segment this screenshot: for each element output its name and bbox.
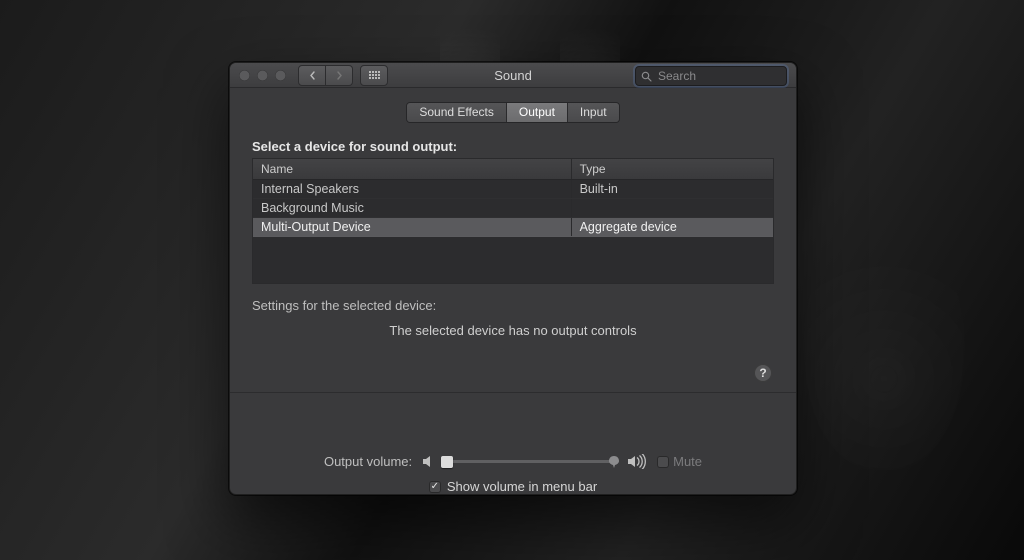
zoom-button[interactable] bbox=[275, 70, 286, 81]
search-icon bbox=[641, 71, 652, 82]
back-button[interactable] bbox=[298, 65, 326, 86]
content: Select a device for sound output: Name T… bbox=[230, 133, 796, 444]
tabs: Sound Effects Output Input bbox=[230, 102, 796, 123]
slider-thumb[interactable] bbox=[441, 456, 453, 468]
settings-label: Settings for the selected device: bbox=[252, 298, 774, 313]
mute-label: Mute bbox=[673, 454, 702, 469]
sound-preferences-window: Sound Sound Effects Output Input Select … bbox=[229, 62, 797, 495]
slider-track bbox=[447, 460, 617, 463]
help-button[interactable]: ? bbox=[754, 364, 772, 382]
window-title: Sound bbox=[494, 68, 532, 83]
column-header-name[interactable]: Name bbox=[253, 159, 572, 179]
titlebar: Sound bbox=[230, 63, 796, 88]
device-table: Name Type Internal Speakers Built-in Bac… bbox=[252, 158, 774, 284]
tab-sound-effects[interactable]: Sound Effects bbox=[407, 103, 507, 122]
table-row[interactable]: Background Music bbox=[253, 199, 773, 218]
bg-decoration bbox=[804, 210, 964, 470]
table-filler bbox=[253, 237, 773, 283]
select-device-prompt: Select a device for sound output: bbox=[252, 139, 774, 154]
search-field[interactable] bbox=[635, 66, 787, 86]
no-output-controls-message: The selected device has no output contro… bbox=[252, 323, 774, 338]
tab-input[interactable]: Input bbox=[568, 103, 619, 122]
footer: Output volume: Mute Show volume in menu … bbox=[230, 444, 796, 494]
close-button[interactable] bbox=[239, 70, 250, 81]
device-name: Internal Speakers bbox=[253, 180, 572, 198]
show-volume-checkbox[interactable] bbox=[429, 481, 441, 493]
help-icon: ? bbox=[759, 366, 766, 380]
device-name: Background Music bbox=[253, 199, 572, 217]
device-type bbox=[572, 199, 773, 217]
show-volume-label: Show volume in menu bar bbox=[447, 479, 597, 494]
mute-checkbox[interactable] bbox=[657, 456, 669, 468]
volume-low-icon bbox=[422, 455, 437, 468]
volume-high-icon bbox=[627, 454, 647, 469]
table-body: Internal Speakers Built-in Background Mu… bbox=[253, 180, 773, 283]
slider-end-marker-icon bbox=[607, 455, 621, 469]
output-volume-label: Output volume: bbox=[324, 454, 412, 469]
minimize-button[interactable] bbox=[257, 70, 268, 81]
table-row[interactable]: Internal Speakers Built-in bbox=[253, 180, 773, 199]
show-all-button[interactable] bbox=[360, 65, 388, 86]
show-volume-row: Show volume in menu bar bbox=[252, 479, 774, 494]
forward-button[interactable] bbox=[326, 65, 353, 86]
grid-icon bbox=[369, 71, 380, 79]
tab-output[interactable]: Output bbox=[507, 103, 568, 122]
device-type: Aggregate device bbox=[572, 218, 773, 236]
device-name: Multi-Output Device bbox=[253, 218, 572, 236]
table-header: Name Type bbox=[253, 159, 773, 180]
search-input[interactable] bbox=[656, 68, 797, 84]
mute-checkbox-group: Mute bbox=[657, 454, 702, 469]
chevron-right-icon bbox=[336, 71, 343, 80]
divider bbox=[230, 392, 796, 393]
output-volume-slider[interactable] bbox=[447, 455, 617, 469]
window-controls bbox=[239, 70, 286, 81]
chevron-left-icon bbox=[309, 71, 316, 80]
desktop-background: Sound Sound Effects Output Input Select … bbox=[0, 0, 1024, 560]
output-volume-row: Output volume: Mute bbox=[252, 454, 774, 469]
table-row[interactable]: Multi-Output Device Aggregate device bbox=[253, 218, 773, 237]
nav-buttons bbox=[298, 65, 353, 86]
device-type: Built-in bbox=[572, 180, 773, 198]
column-header-type[interactable]: Type bbox=[572, 159, 773, 179]
tab-group: Sound Effects Output Input bbox=[406, 102, 619, 123]
